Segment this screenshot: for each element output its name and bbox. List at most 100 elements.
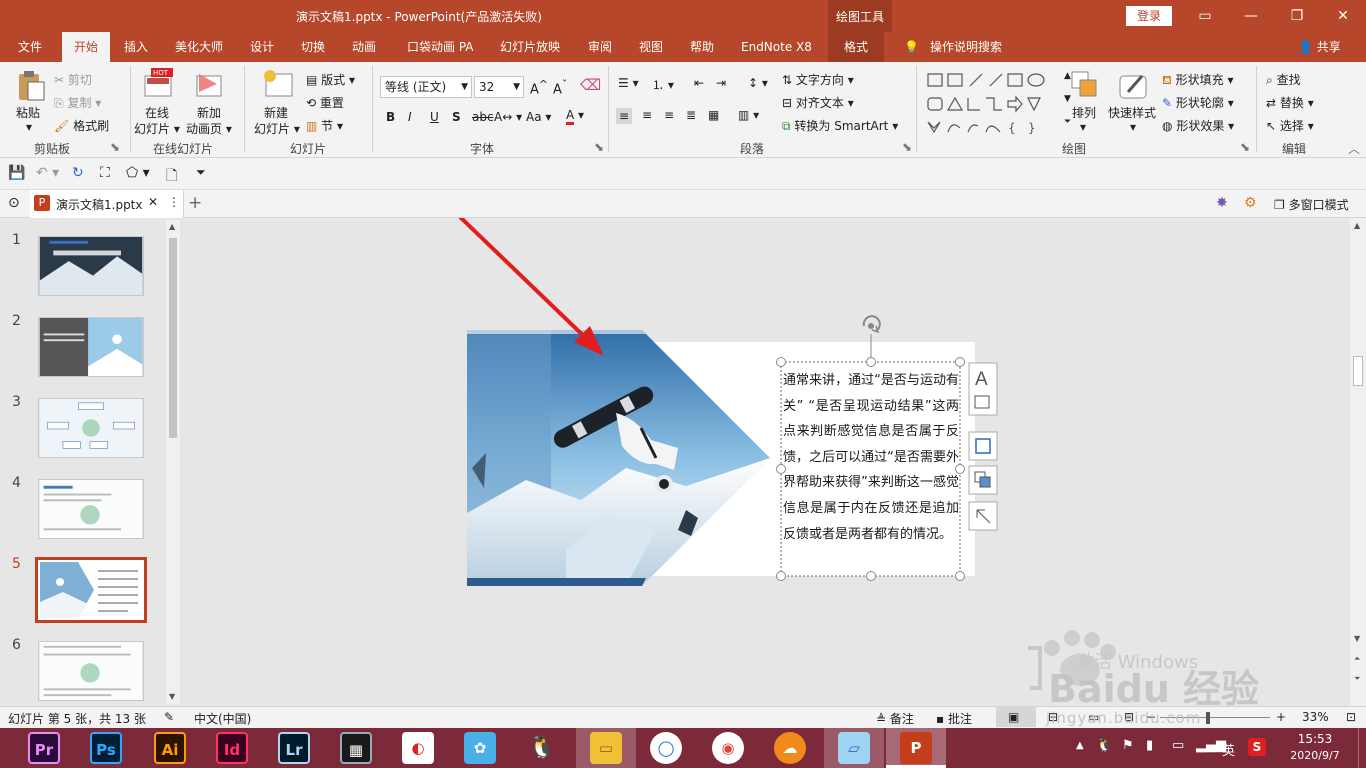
document-tab[interactable]: P 演示文稿1.pptx ✕ ⋮ [30, 190, 184, 218]
new-slide-label-1[interactable]: 新建 [264, 104, 288, 121]
align-text-button[interactable]: ⊟ 对齐文本 ▾ [782, 94, 854, 111]
clock-date[interactable]: 2020/9/7 [1282, 749, 1348, 762]
reset-button[interactable]: ⟲ 重置 [306, 94, 344, 111]
rotate-handle-icon[interactable] [862, 315, 881, 334]
undo-icon[interactable]: ↶ ▾ [36, 165, 59, 181]
tab-pocket-animation[interactable]: 口袋动画 PA [407, 32, 474, 62]
previous-slide-icon[interactable]: ⏶ [1354, 654, 1360, 664]
new-document-icon[interactable]: 🗋 [166, 165, 177, 189]
comments-button[interactable]: ▪ 批注 [936, 710, 972, 727]
tell-me-search[interactable]: 操作说明搜索 [930, 32, 1002, 62]
scroll-down-icon[interactable]: ▼ [169, 692, 175, 701]
tab-insert[interactable]: 插入 [124, 32, 148, 62]
tab-transitions[interactable]: 切换 [301, 32, 325, 62]
thumbnail-scrollbar[interactable]: ▲ ▼ [166, 220, 180, 704]
new-slide-icon[interactable] [262, 68, 294, 100]
shadow-icon[interactable]: S [452, 110, 461, 124]
redo-icon[interactable]: ↻ [72, 165, 84, 181]
section-button[interactable]: ▥ 节 ▾ [306, 117, 343, 134]
italic-icon[interactable]: I [408, 110, 412, 124]
dialog-launcher-icon[interactable]: ⬊ [594, 140, 604, 154]
gallery-more-icon[interactable]: ⏷ [1064, 117, 1071, 127]
slide-text-box[interactable]: 通常来讲，通过“是否与运动有关” “是否呈现运动结果”这两点来判断感觉信息是否属… [783, 368, 959, 547]
smartart-button[interactable]: ⧉ 转换为 SmartArt ▾ [782, 117, 898, 134]
thumbnail-scroll-thumb[interactable] [169, 238, 177, 438]
slide-scroll-thumb[interactable] [1353, 356, 1363, 386]
quick-styles-label[interactable]: 快速样式 [1108, 104, 1156, 121]
battery-icon[interactable]: ▮ [1146, 738, 1153, 753]
slide-thumbnail-6[interactable] [38, 641, 144, 701]
gear-icon[interactable]: ⚙ [1244, 195, 1257, 211]
tab-animations[interactable]: 动画 [352, 32, 376, 62]
shape-outline-button[interactable]: ✎ 形状轮廓 ▾ [1162, 94, 1234, 111]
close-tab-icon[interactable]: ✕ [148, 195, 158, 209]
online-slide-icon[interactable]: HOT [143, 68, 175, 98]
font-size-combo[interactable]: 32 ▼ [474, 76, 524, 98]
paste-icon[interactable] [16, 70, 46, 102]
columns-icon[interactable]: ▥ ▾ [738, 108, 759, 122]
scroll-down-icon[interactable]: ▼ [1354, 634, 1360, 643]
line-spacing-icon[interactable]: ↕ ▾ [748, 76, 768, 90]
font-name-combo[interactable]: 等线 (正文) ▼ [380, 76, 472, 98]
new-tab-icon[interactable]: + [188, 193, 202, 213]
chat-app-icon[interactable]: ✿ [464, 732, 496, 764]
tab-list-icon[interactable]: ⊙ [8, 195, 20, 211]
illustrator-app-icon[interactable]: Ai [154, 732, 186, 764]
login-button[interactable]: 登录 [1126, 6, 1172, 26]
shape-effects-button[interactable]: ◍ 形状效果 ▾ [1162, 117, 1234, 134]
dialog-launcher-icon[interactable]: ⬊ [110, 140, 120, 154]
distributed-icon[interactable]: ▦ [708, 108, 719, 122]
normal-view-button[interactable]: ▣ [996, 707, 1036, 727]
tab-beautify[interactable]: 美化大师 [175, 32, 223, 62]
new-animation-page-icon[interactable] [195, 70, 225, 98]
indesign-app-icon[interactable]: Id [216, 732, 248, 764]
zoom-in-icon[interactable]: + [1276, 710, 1286, 724]
bold-icon[interactable]: B [386, 110, 395, 124]
minimize-icon[interactable]: — [1228, 0, 1274, 32]
tab-format[interactable]: 格式 [828, 32, 885, 62]
start-slideshow-icon[interactable]: ⛶ [100, 165, 110, 181]
multiwindow-button[interactable]: ❐ 多窗口模式 [1274, 196, 1349, 213]
qq-penguin-icon[interactable]: 🐧 [526, 732, 558, 764]
cut-button[interactable]: ✂ 剪切 [54, 71, 92, 88]
collapse-ribbon-icon[interactable]: ︿ [1348, 140, 1360, 157]
premiere-app-icon[interactable]: Pr [28, 732, 60, 764]
align-right-icon[interactable]: ≡ [664, 108, 674, 122]
text-box-float-button[interactable] [968, 431, 998, 461]
dialog-launcher-icon[interactable]: ⬊ [902, 140, 912, 154]
video-editor-app-icon[interactable]: ▦ [340, 732, 372, 764]
slide-thumbnail-2[interactable] [38, 317, 144, 377]
dialog-launcher-icon[interactable]: ⬊ [1240, 140, 1250, 154]
online-slide-label-1[interactable]: 在线 [145, 104, 169, 121]
increase-indent-icon[interactable]: ⇥ [716, 76, 726, 90]
character-spacing-icon[interactable]: A↔ ▾ [494, 110, 522, 124]
spellcheck-icon[interactable]: ✎ [164, 710, 174, 724]
paste-label[interactable]: 粘贴 [16, 104, 40, 121]
quick-styles-icon[interactable] [1118, 70, 1148, 100]
slide-thumbnail-4[interactable] [38, 479, 144, 539]
next-slide-icon[interactable]: ⏷ [1354, 674, 1360, 684]
show-hidden-icons[interactable]: ▲ [1076, 740, 1084, 751]
chevron-down-icon[interactable]: ▾ [1130, 120, 1136, 134]
slide-thumbnail-1[interactable] [38, 236, 144, 296]
tab-home[interactable]: 开始 [62, 32, 111, 62]
photoshop-app-icon[interactable]: Ps [90, 732, 122, 764]
powerpoint-taskbar-item[interactable]: P [886, 728, 946, 768]
slide-thumbnail-5[interactable] [35, 557, 147, 623]
justify-icon[interactable]: ≣ [686, 108, 696, 122]
shape-fill-button[interactable]: ⛾ 形状填充 ▾ [1162, 71, 1234, 89]
slide-thumbnail-3[interactable] [38, 398, 144, 458]
ribbon-display-options-icon[interactable]: ▭ [1182, 0, 1228, 32]
increase-font-size-icon[interactable]: A^ [530, 78, 548, 97]
new-slide-label-2[interactable]: 幻灯片 ▾ [254, 120, 300, 137]
file-explorer-taskbar-item[interactable]: ▭ [576, 728, 636, 768]
underline-icon[interactable]: U [430, 110, 439, 124]
text-direction-button[interactable]: ⇅ 文字方向 ▾ [782, 71, 854, 88]
select-button[interactable]: ↖ 选择 ▾ [1266, 117, 1314, 134]
new-animation-label-2[interactable]: 动画页 ▾ [186, 120, 232, 137]
sparkle-icon[interactable]: ✸ [1216, 195, 1228, 211]
arrange-icon[interactable] [1070, 70, 1100, 100]
clear-formatting-icon[interactable]: ⌫ [580, 76, 601, 94]
tab-review[interactable]: 审阅 [588, 32, 612, 62]
shapes-gallery[interactable]: {} [924, 70, 1060, 136]
